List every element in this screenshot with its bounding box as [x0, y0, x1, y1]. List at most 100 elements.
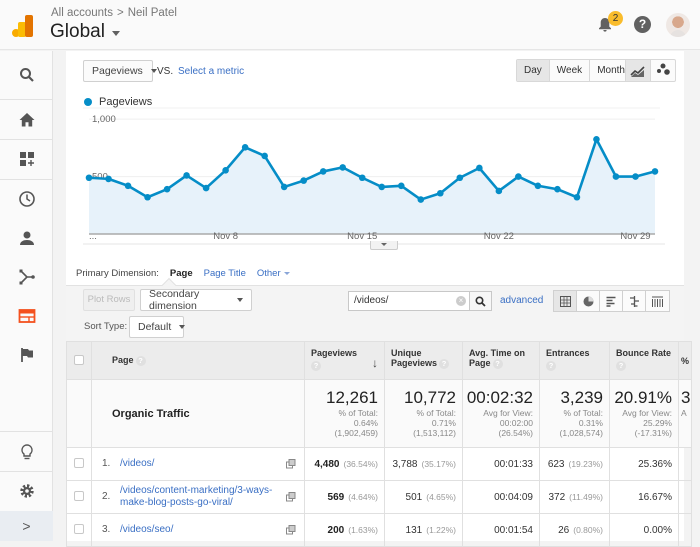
unique-pageviews-cell: 501 (4.65%) [384, 480, 463, 514]
column-header-page[interactable]: Page? [91, 341, 305, 380]
exit-cell [677, 480, 693, 514]
filter-search-button[interactable] [469, 291, 492, 311]
bounce-rate-cell: 25.36% [609, 447, 679, 481]
granularity-day-button[interactable]: Day [517, 60, 550, 81]
dimension-other[interactable]: Other [257, 268, 290, 279]
help-icon[interactable]: ? [616, 361, 626, 371]
sidebar-item-admin[interactable] [0, 471, 53, 511]
help-icon[interactable]: ? [546, 361, 556, 371]
sidebar-item-conversions[interactable] [0, 335, 53, 375]
page-link[interactable]: /videos/ [120, 458, 154, 469]
term-cloud-view-button[interactable] [646, 291, 669, 311]
sort-type-select[interactable]: Default [129, 316, 186, 338]
entrances-percent: (0.80%) [573, 524, 603, 535]
sidebar-item-acquisition[interactable] [0, 257, 53, 297]
totals-caption: 0.71% [431, 418, 456, 428]
collapse-chart-toggle[interactable] [370, 241, 398, 250]
chart-legend[interactable]: Pageviews [84, 96, 152, 108]
unique-pageviews-value: 131 [405, 524, 423, 536]
unique-pageviews-percent: (35.17%) [421, 458, 457, 469]
totals-unique-pageviews: 10,772 % of Total: 0.71% (1,513,112) [384, 379, 463, 448]
sidebar-item-realtime[interactable] [0, 179, 53, 219]
breadcrumb-separator: > [117, 7, 124, 19]
totals-value: 20.91% [614, 388, 672, 407]
secondary-dimension-select[interactable]: Secondary dimension [140, 288, 252, 312]
select-metric-link[interactable]: Select a metric [178, 66, 244, 77]
sort-descending-icon[interactable]: ↓ [372, 356, 378, 370]
comparison-view-button[interactable] [623, 291, 646, 311]
granularity-week-button[interactable]: Week [550, 60, 591, 81]
dashboard-add-icon [19, 152, 34, 166]
sidebar-item-behavior[interactable] [0, 296, 53, 336]
breadcrumb-account[interactable]: Neil Patel [128, 7, 177, 19]
plot-rows-button[interactable]: Plot Rows [83, 289, 135, 311]
line-chart-icon [630, 66, 645, 77]
totals-caption: 00:02:00 [499, 418, 533, 428]
help-icon[interactable]: ? [311, 361, 321, 371]
row-checkbox[interactable] [74, 490, 84, 501]
expand-sidebar-button[interactable]: > [0, 511, 53, 541]
column-header-bounce-rate[interactable]: Bounce Rate? [609, 341, 679, 380]
column-header-avg-time[interactable]: Avg. Time on Page? [462, 341, 540, 380]
help-icon[interactable]: ? [135, 355, 146, 366]
page-link[interactable]: /videos/seo/ [120, 524, 173, 535]
unique-pageviews-percent: (1.22%) [426, 524, 456, 535]
column-header-pageviews[interactable]: Pageviews? ↓ [304, 341, 385, 380]
motion-chart-button[interactable] [651, 60, 675, 81]
percentage-view-button[interactable] [577, 291, 600, 311]
sidebar-item-search[interactable] [0, 55, 53, 95]
column-header-entrances[interactable]: Entrances? [539, 341, 610, 380]
pie-chart-icon [583, 296, 593, 306]
home-icon [19, 113, 34, 127]
unique-pageviews-value: 3,788 [392, 458, 418, 470]
column-header-unique-pageviews[interactable]: Unique Pageviews? [384, 341, 463, 380]
sidebar-item-discover[interactable] [0, 432, 53, 472]
help-icon[interactable]: ? [439, 358, 450, 369]
help-icon[interactable]: ? [634, 16, 651, 33]
advanced-filter-link[interactable]: advanced [500, 295, 543, 306]
row-select-cell [66, 513, 92, 547]
clear-filter-icon[interactable]: × [456, 296, 466, 306]
column-header-exit[interactable]: % [677, 341, 693, 380]
sidebar-item-home[interactable] [0, 100, 53, 140]
performance-view-button[interactable] [600, 291, 623, 311]
open-page-icon[interactable] [286, 459, 296, 469]
help-icon[interactable]: ? [492, 358, 503, 369]
sidebar-item-audience[interactable] [0, 218, 53, 258]
secondary-dimension-label: Secondary dimension [149, 288, 200, 312]
select-all-checkbox[interactable] [74, 354, 84, 365]
primary-dimension-label: Primary Dimension: [76, 268, 159, 279]
totals-caption: Avg for View: [622, 408, 672, 418]
dimension-page[interactable]: Page [170, 268, 193, 279]
analytics-logo[interactable] [12, 15, 34, 37]
entrances-percent: (11.49%) [569, 491, 603, 502]
pageviews-value: 200 [327, 524, 345, 536]
user-avatar[interactable] [666, 13, 690, 37]
view-selector[interactable]: Global [50, 21, 120, 43]
totals-caption: (-17.31%) [634, 428, 672, 438]
acquisition-icon [19, 269, 35, 285]
metric-select[interactable]: Pageviews [83, 60, 157, 82]
row-checkbox[interactable] [74, 457, 84, 468]
gear-icon [19, 484, 34, 498]
avg-time-cell: 00:01:54 [462, 513, 540, 547]
column-label: % [681, 355, 690, 366]
clock-icon [18, 191, 35, 207]
open-page-icon[interactable] [286, 492, 296, 502]
row-checkbox[interactable] [74, 523, 84, 534]
table-filter-input[interactable]: /videos/ [348, 291, 470, 311]
totals-pageviews: 12,261 % of Total: 0.64% (1,902,459) [304, 379, 385, 448]
sidebar-item-customization[interactable] [0, 139, 53, 179]
entrances-cell: 623 (19.23%) [539, 447, 610, 481]
chevron-down-icon [111, 30, 120, 36]
line-chart-button[interactable] [626, 60, 651, 81]
page-link[interactable]: /videos/content-marketing/3-ways-make-bl… [120, 485, 272, 508]
totals-row: Organic Traffic 12,261 % of Total: 0.64%… [66, 379, 693, 448]
breadcrumb[interactable]: All accounts > Neil Patel [51, 7, 177, 19]
open-page-icon[interactable] [286, 525, 296, 535]
dimension-page-title[interactable]: Page Title [204, 268, 246, 279]
row-select-cell [66, 480, 92, 514]
sort-type-value: Default [138, 321, 172, 333]
data-view-button[interactable] [554, 291, 577, 311]
breadcrumb-all-accounts[interactable]: All accounts [51, 7, 113, 19]
